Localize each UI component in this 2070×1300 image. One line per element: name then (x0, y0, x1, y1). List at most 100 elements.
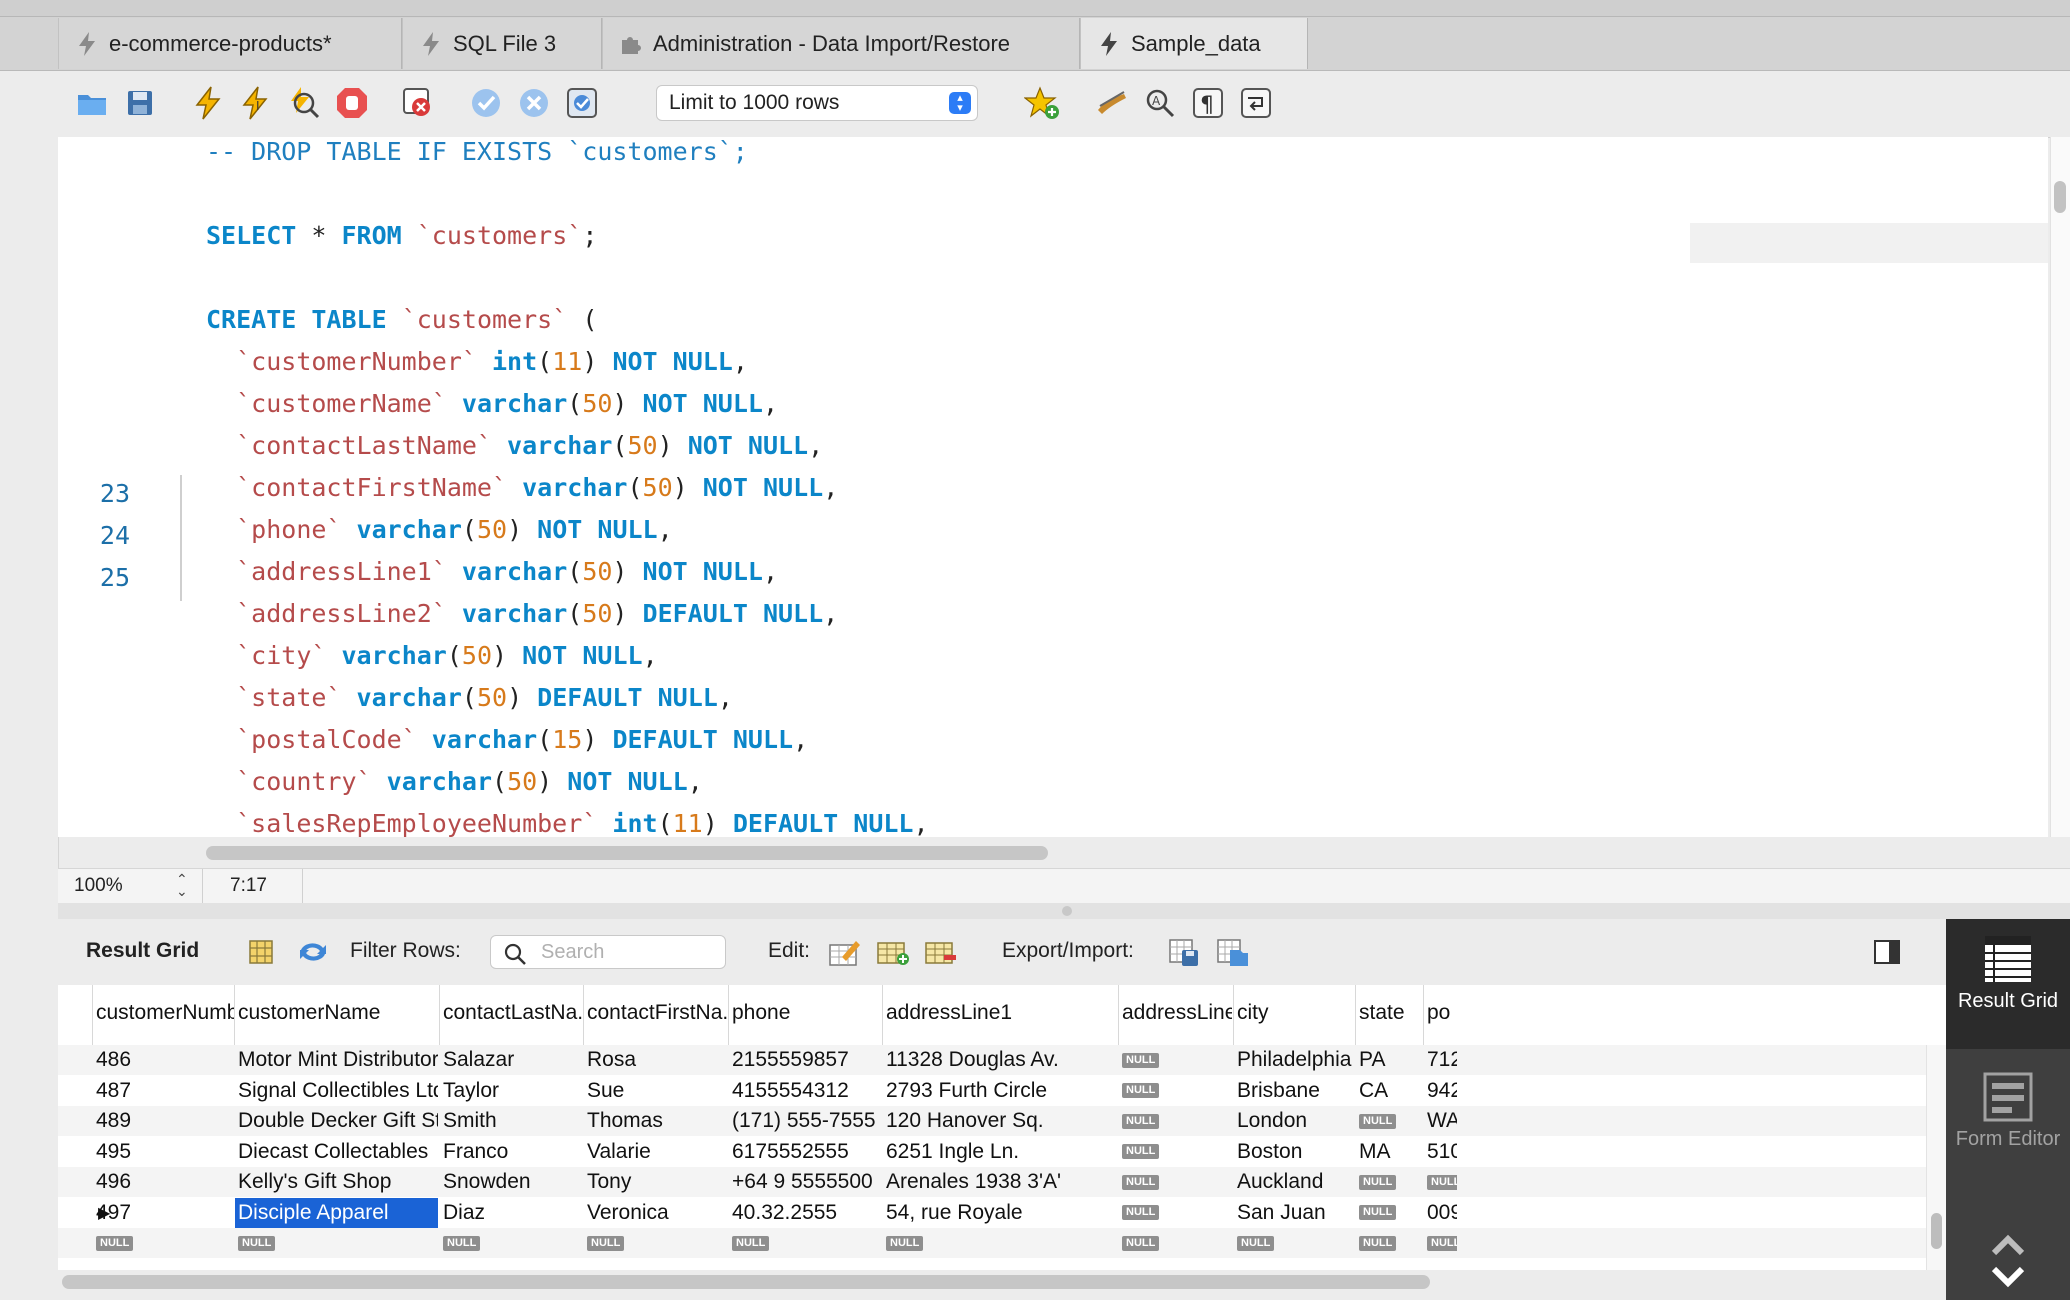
code-line[interactable]: SELECT * FROM `customers`; (206, 221, 597, 250)
table-cell[interactable]: MA (1359, 1140, 1423, 1164)
table-cell[interactable]: San Juan (1237, 1201, 1355, 1225)
code-line[interactable]: `salesRepEmployeeNumber` int(11) DEFAULT… (206, 809, 928, 837)
column-divider[interactable] (728, 985, 729, 1045)
table-cell[interactable]: Arenales 1938 3'A' (886, 1170, 1116, 1194)
table-cell[interactable]: Signal Collectibles Ltd. (238, 1079, 438, 1103)
code-line[interactable]: `country` varchar(50) NOT NULL, (206, 767, 703, 796)
table-cell[interactable]: NULL (1359, 1109, 1423, 1133)
table-cell[interactable]: NULL (1359, 1231, 1423, 1255)
table-cell[interactable]: Smith (443, 1109, 583, 1133)
form-editor-panel-button[interactable]: Form Editor (1946, 1071, 2070, 1150)
table-cell[interactable]: 486 (96, 1048, 234, 1072)
code-line[interactable]: `customerNumber` int(11) NOT NULL, (206, 347, 748, 376)
add-snippet-star-icon[interactable] (1022, 83, 1062, 123)
table-cell[interactable]: Thomas (587, 1109, 727, 1133)
table-cell[interactable]: 009 (1427, 1201, 1457, 1225)
tab-e-commerce-products[interactable]: e-commerce-products* (58, 18, 402, 69)
table-cell[interactable]: 54, rue Royale (886, 1201, 1116, 1225)
table-cell[interactable]: NULL (443, 1231, 583, 1255)
column-divider[interactable] (439, 985, 440, 1045)
code-line[interactable]: `city` varchar(50) NOT NULL, (206, 641, 658, 670)
table-cell[interactable]: NULL (96, 1231, 234, 1255)
execute-current-icon[interactable]: I (236, 83, 276, 123)
column-header[interactable]: customerName (238, 1001, 438, 1025)
table-cell[interactable]: Taylor (443, 1079, 583, 1103)
editor-horizontal-scrollbar[interactable] (206, 846, 1048, 860)
table-row[interactable]: ▶ 497 Disciple Apparel Diaz Veronica 40.32.25… (58, 1197, 1946, 1228)
column-header[interactable]: contactFirstNa... (587, 1001, 727, 1025)
table-cell[interactable]: +64 9 5555500 (732, 1170, 882, 1194)
save-icon[interactable] (120, 83, 160, 123)
rollback-icon[interactable] (514, 83, 554, 123)
table-cell[interactable]: Diecast Collectables (238, 1140, 438, 1164)
table-cell[interactable]: Kelly's Gift Shop (238, 1170, 438, 1194)
toggle-error-stop-icon[interactable] (398, 83, 438, 123)
code-line[interactable]: `phone` varchar(50) NOT NULL, (206, 515, 673, 544)
table-row[interactable]: 496 Kelly's Gift Shop Snowden Tony +64 9 555… (58, 1167, 1946, 1197)
table-cell[interactable]: NULL (1359, 1201, 1423, 1225)
code-line[interactable]: `contactLastName` varchar(50) NOT NULL, (206, 431, 823, 460)
table-cell[interactable]: NULL (886, 1231, 1116, 1255)
table-cell[interactable]: PA (1359, 1048, 1423, 1072)
table-cell[interactable]: 942 (1427, 1079, 1457, 1103)
grid-horizontal-scrollbar[interactable] (62, 1275, 1430, 1289)
table-cell[interactable]: 496 (96, 1170, 234, 1194)
table-cell[interactable]: 120 Hanover Sq. (886, 1109, 1116, 1133)
commit-icon[interactable] (466, 83, 506, 123)
table-cell[interactable]: NULL (1122, 1079, 1232, 1103)
table-cell[interactable]: Valarie (587, 1140, 727, 1164)
column-header[interactable]: addressLine2 (1122, 1001, 1232, 1025)
table-row[interactable]: 486 Motor Mint Distributors I...Salazar Ro… (58, 1045, 1946, 1075)
refresh-icon[interactable] (296, 935, 330, 969)
column-divider[interactable] (1118, 985, 1119, 1045)
editor-vertical-scrollbar[interactable] (2050, 137, 2070, 837)
table-cell[interactable]: London (1237, 1109, 1355, 1133)
insert-row-icon[interactable] (876, 935, 910, 969)
table-cell[interactable]: Philadelphia (1237, 1048, 1355, 1072)
zoom-level[interactable]: 100% (74, 875, 123, 897)
table-cell[interactable]: 4155554312 (732, 1079, 882, 1103)
table-cell[interactable]: NULL (1427, 1231, 1457, 1255)
table-cell[interactable]: Snowden (443, 1170, 583, 1194)
table-cell[interactable]: CA (1359, 1079, 1423, 1103)
export-icon[interactable] (1168, 935, 1202, 969)
table-cell[interactable]: NULL (1237, 1231, 1355, 1255)
tab-sample-data[interactable]: Sample_data (1080, 18, 1308, 69)
column-divider[interactable] (1423, 985, 1424, 1045)
table-cell[interactable]: 510 (1427, 1140, 1457, 1164)
grid-layout-icon[interactable] (244, 935, 278, 969)
table-cell[interactable]: 11328 Douglas Av. (886, 1048, 1116, 1072)
table-cell[interactable]: NULL (1359, 1170, 1423, 1194)
code-line[interactable]: -- DROP TABLE IF EXISTS `customers`; (206, 137, 748, 166)
execute-icon[interactable] (188, 83, 228, 123)
table-row[interactable]: NULL NULL NULL NULL NULL NULL NULL NULL NULL NULL (58, 1228, 1946, 1258)
table-cell[interactable]: (171) 555-7555 (732, 1109, 882, 1133)
stop-icon[interactable] (332, 83, 372, 123)
code-line[interactable]: `postalCode` varchar(15) DEFAULT NULL, (206, 725, 808, 754)
tab-sql-file-3[interactable]: SQL File 3 (402, 18, 602, 69)
zoom-stepper-icon[interactable]: ⌃ ⌄ (176, 872, 188, 898)
code-line[interactable]: `state` varchar(50) DEFAULT NULL, (206, 683, 733, 712)
table-cell[interactable]: NULL (1122, 1140, 1232, 1164)
table-cell[interactable]: Auckland (1237, 1170, 1355, 1194)
scroll-thumb[interactable] (1931, 1213, 1942, 1249)
table-row[interactable]: 489 Double Decker Gift Stor...Smith Thomas… (58, 1106, 1946, 1136)
filter-search-input[interactable]: Search (490, 935, 726, 969)
beautify-broom-icon[interactable] (1092, 83, 1132, 123)
scroll-thumb[interactable] (2054, 181, 2066, 213)
sql-editor[interactable]: 23 24 25 -- DROP TABLE IF EXISTS `custom… (58, 137, 2048, 837)
explain-icon[interactable] (284, 83, 324, 123)
find-replace-icon[interactable]: A (1140, 83, 1180, 123)
limit-rows-select[interactable]: Limit to 1000 rows ▴ ▾ (656, 85, 978, 121)
column-divider[interactable] (234, 985, 235, 1045)
table-cell[interactable]: Rosa (587, 1048, 727, 1072)
column-header[interactable]: phone (732, 1001, 882, 1025)
table-cell[interactable]: NULL (1427, 1170, 1457, 1194)
table-cell[interactable]: 6251 Ingle Ln. (886, 1140, 1116, 1164)
table-cell[interactable]: Sue (587, 1079, 727, 1103)
table-cell[interactable]: 712 (1427, 1048, 1457, 1072)
table-cell[interactable]: NULL (238, 1231, 438, 1255)
edit-cell-icon[interactable] (828, 935, 862, 969)
column-header[interactable]: po (1427, 1001, 1457, 1025)
result-grid[interactable]: customerNumb...customerNamecontactLastNa… (58, 985, 1946, 1270)
